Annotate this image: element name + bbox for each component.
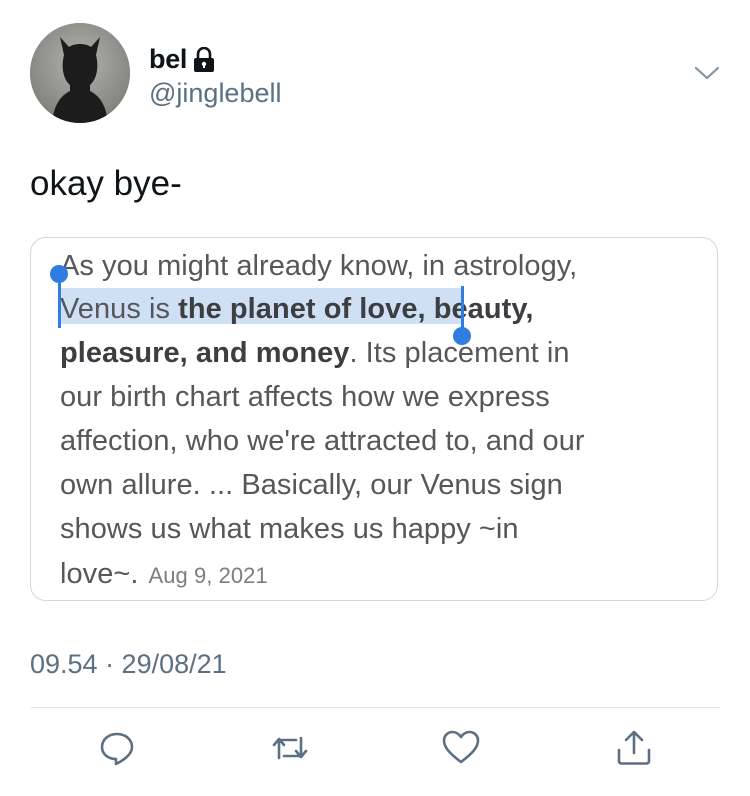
- quote-line: love~. Aug 9, 2021: [60, 558, 268, 590]
- lock-icon: [193, 46, 215, 73]
- selection-end-handle[interactable]: [453, 327, 471, 345]
- retweet-icon[interactable]: [270, 728, 310, 772]
- reply-icon[interactable]: [97, 728, 137, 772]
- quote-line: pleasure, and money. Its placement in: [60, 337, 570, 369]
- divider: [30, 707, 720, 708]
- tweet-text: okay bye-: [30, 164, 182, 203]
- quote-line: affection, who we're attracted to, and o…: [60, 425, 585, 457]
- avatar[interactable]: [30, 23, 130, 123]
- user-handle[interactable]: @jinglebell: [149, 78, 281, 109]
- quote-date: Aug 9, 2021: [148, 563, 268, 588]
- quote-line: As you might already know, in astrology,: [60, 250, 578, 282]
- user-name-row: bel: [149, 44, 215, 75]
- quote-line: own allure. ... Basically, our Venus sig…: [60, 469, 563, 501]
- selection-start-caret: [58, 278, 61, 328]
- share-icon[interactable]: [614, 728, 654, 772]
- user-name[interactable]: bel: [149, 44, 187, 75]
- quote-line: shows us what makes us happy ~in: [60, 513, 519, 545]
- avatar-image: [30, 23, 130, 123]
- selection-end-caret: [461, 286, 464, 328]
- quote-line: our birth chart affects how we express: [60, 381, 550, 413]
- heart-icon[interactable]: [441, 728, 481, 772]
- chevron-down-icon[interactable]: [693, 62, 721, 84]
- tweet-timestamp[interactable]: 09.54 · 29/08/21: [30, 649, 227, 680]
